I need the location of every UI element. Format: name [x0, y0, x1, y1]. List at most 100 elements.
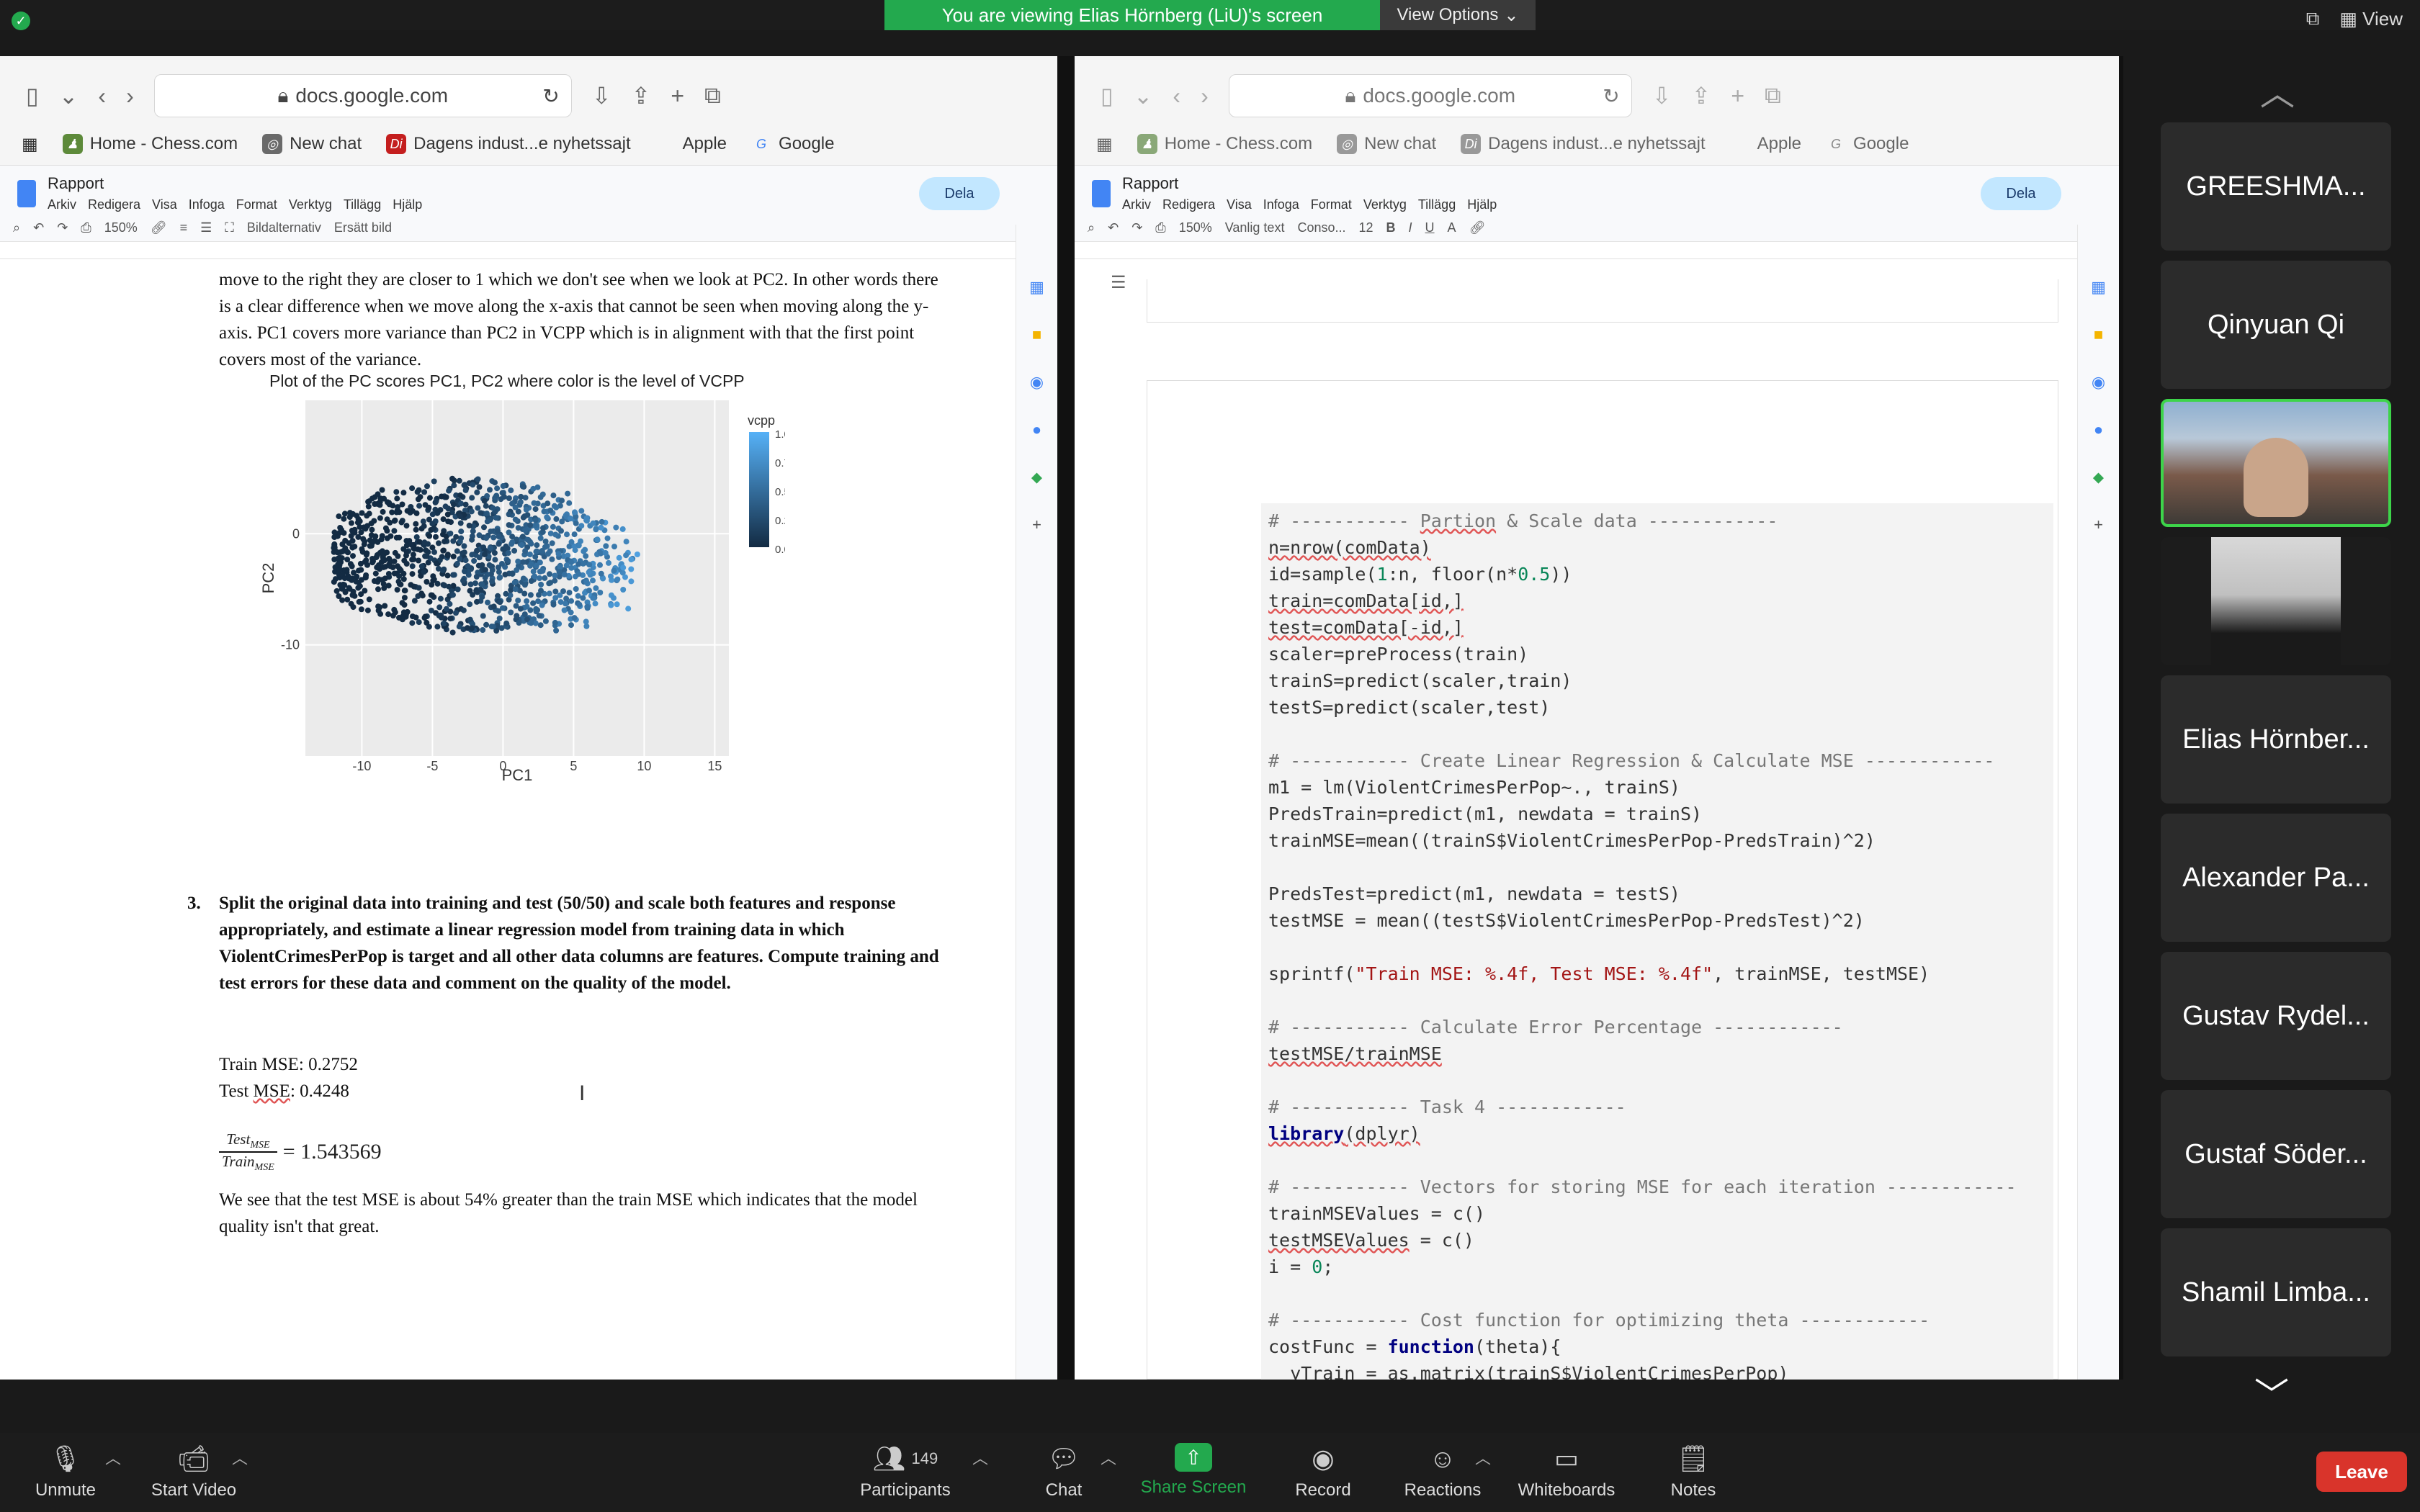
- bookmark-google[interactable]: G Google: [1826, 134, 1909, 154]
- font-size-input[interactable]: 12: [1359, 220, 1373, 235]
- menu-hjalp[interactable]: Hjälp: [1467, 197, 1497, 212]
- sidebar-toggle-icon[interactable]: ▯: [1101, 82, 1113, 109]
- bookmark-chess[interactable]: ♟ Home - Chess.com: [1137, 134, 1312, 154]
- link-icon[interactable]: 🔗︎: [1469, 220, 1486, 235]
- share-button[interactable]: Dela: [919, 177, 1000, 210]
- participants-button[interactable]: 👥︎ 149 Participants: [844, 1443, 967, 1500]
- address-bar[interactable]: 🔒︎ docs.google.com ↻: [153, 74, 572, 117]
- search-icon[interactable]: ⌕: [1088, 220, 1095, 235]
- view-options-button[interactable]: View Options ⌄: [1380, 0, 1536, 30]
- new-tab-icon[interactable]: +: [1731, 83, 1744, 109]
- menu-verktyg[interactable]: Verktyg: [289, 197, 332, 212]
- doc-title[interactable]: Rapport: [48, 174, 104, 193]
- bookmark-di[interactable]: Di Dagens indust...e nyhetssajt: [1461, 134, 1706, 154]
- list-icon[interactable]: ☰: [200, 220, 212, 235]
- keep-icon[interactable]: ■: [1032, 325, 1041, 344]
- doc-title[interactable]: Rapport: [1122, 174, 1178, 193]
- menu-tillagg[interactable]: Tillägg: [344, 197, 381, 212]
- bold-icon[interactable]: B: [1386, 220, 1396, 235]
- search-icon[interactable]: ⌕: [13, 220, 20, 235]
- participant-tile[interactable]: Alexander Pa...: [2161, 814, 2391, 942]
- forward-icon[interactable]: ›: [1201, 83, 1209, 109]
- participant-video[interactable]: [2161, 537, 2391, 665]
- redo-icon[interactable]: ↷: [1131, 220, 1142, 235]
- reload-icon[interactable]: ↻: [542, 84, 559, 108]
- menu-arkiv[interactable]: Arkiv: [1122, 197, 1151, 212]
- bookmark-apple[interactable]: Apple: [655, 134, 727, 154]
- link-icon[interactable]: 🔗︎: [151, 220, 167, 235]
- redo-icon[interactable]: ↷: [57, 220, 68, 235]
- menu-format[interactable]: Format: [1311, 197, 1352, 212]
- chevron-down-icon[interactable]: ⌄: [59, 82, 79, 109]
- share-icon[interactable]: ⇪: [1692, 82, 1711, 109]
- chevron-down-icon[interactable]: ⌄: [1134, 82, 1153, 109]
- reactions-options-icon[interactable]: ︿: [1475, 1446, 1491, 1469]
- contacts-icon[interactable]: ●: [2094, 420, 2103, 439]
- new-tab-icon[interactable]: +: [671, 83, 684, 109]
- menu-verktyg[interactable]: Verktyg: [1363, 197, 1407, 212]
- participant-tile[interactable]: Elias Hörnber...: [2161, 675, 2391, 804]
- bookmark-chess[interactable]: ♟ Home - Chess.com: [62, 134, 238, 154]
- image-options-button[interactable]: Bildalternativ: [247, 220, 321, 235]
- share-screen-button[interactable]: ⇧ Share Screen: [1132, 1443, 1255, 1498]
- video-options-icon[interactable]: ︿: [232, 1446, 248, 1469]
- tasks-icon[interactable]: ◉: [2092, 373, 2105, 392]
- menu-tillagg[interactable]: Tillägg: [1418, 197, 1456, 212]
- menu-infoga[interactable]: Infoga: [1263, 197, 1299, 212]
- participant-tile[interactable]: Gustav Rydel...: [2161, 952, 2391, 1080]
- tasks-icon[interactable]: ◉: [1030, 373, 1044, 392]
- style-select[interactable]: Vanlig text: [1225, 220, 1285, 235]
- add-addon-icon[interactable]: +: [1032, 516, 1041, 534]
- calendar-icon[interactable]: ▦: [1029, 278, 1044, 297]
- whiteboards-button[interactable]: ▭ Whiteboards: [1505, 1443, 1628, 1500]
- download-icon[interactable]: ⇩: [1652, 82, 1672, 109]
- docs-logo-icon[interactable]: [1092, 180, 1111, 207]
- participant-tile[interactable]: Qinyuan Qi: [2161, 261, 2391, 389]
- crop-icon[interactable]: ⛶: [225, 220, 234, 235]
- participant-tile[interactable]: GREESHMA...: [2161, 122, 2391, 251]
- menu-infoga[interactable]: Infoga: [189, 197, 225, 212]
- calendar-icon[interactable]: ▦: [2091, 278, 2106, 297]
- text-color-icon[interactable]: A: [1448, 220, 1456, 235]
- docs-logo-icon[interactable]: [17, 180, 36, 207]
- chat-options-icon[interactable]: ︿: [1101, 1446, 1116, 1469]
- immersive-icon[interactable]: ⧉: [2306, 7, 2320, 30]
- audio-options-icon[interactable]: ︿: [105, 1446, 121, 1469]
- reload-icon[interactable]: ↻: [1603, 84, 1619, 108]
- menu-format[interactable]: Format: [236, 197, 277, 212]
- apps-grid-icon[interactable]: ▦: [22, 134, 38, 155]
- keep-icon[interactable]: ■: [2094, 325, 2103, 344]
- bookmark-new-chat[interactable]: ◎ New chat: [262, 134, 362, 154]
- replace-image-button[interactable]: Ersätt bild: [334, 220, 392, 235]
- gallery-down-icon[interactable]: ﹀: [2254, 1367, 2289, 1417]
- bookmark-google[interactable]: G Google: [751, 134, 834, 154]
- leave-button[interactable]: Leave: [2316, 1452, 2407, 1492]
- print-icon[interactable]: ⎙: [81, 220, 91, 235]
- view-button[interactable]: ▦ View: [2339, 8, 2403, 30]
- italic-icon[interactable]: I: [1409, 220, 1412, 235]
- menu-hjalp[interactable]: Hjälp: [393, 197, 422, 212]
- tabs-overview-icon[interactable]: ⧉: [1765, 82, 1781, 109]
- bookmark-apple[interactable]: Apple: [1730, 134, 1801, 154]
- maps-icon[interactable]: ⬥: [1031, 468, 1042, 487]
- add-addon-icon[interactable]: +: [2094, 516, 2103, 534]
- menu-arkiv[interactable]: Arkiv: [48, 197, 76, 212]
- gallery-up-icon[interactable]: ︿: [2260, 65, 2295, 115]
- back-icon[interactable]: ‹: [98, 83, 106, 109]
- sidebar-toggle-icon[interactable]: ▯: [26, 82, 39, 109]
- tabs-overview-icon[interactable]: ⧉: [704, 82, 721, 109]
- download-icon[interactable]: ⇩: [592, 82, 611, 109]
- participant-tile[interactable]: Shamil Limba...: [2161, 1228, 2391, 1356]
- back-icon[interactable]: ‹: [1173, 83, 1180, 109]
- underline-icon[interactable]: U: [1425, 220, 1435, 235]
- bookmark-new-chat[interactable]: ◎ New chat: [1337, 134, 1436, 154]
- align-icon[interactable]: ≡: [180, 220, 188, 235]
- maps-icon[interactable]: ⬥: [2093, 468, 2104, 487]
- record-button[interactable]: ◉ Record: [1262, 1443, 1384, 1500]
- contacts-icon[interactable]: ●: [1032, 420, 1041, 439]
- active-speaker-video[interactable]: [2161, 399, 2391, 527]
- menu-visa[interactable]: Visa: [152, 197, 177, 212]
- zoom-select[interactable]: 150%: [1179, 220, 1212, 235]
- bookmark-di[interactable]: Di Dagens indust...e nyhetssajt: [386, 134, 631, 154]
- apps-grid-icon[interactable]: ▦: [1096, 134, 1113, 155]
